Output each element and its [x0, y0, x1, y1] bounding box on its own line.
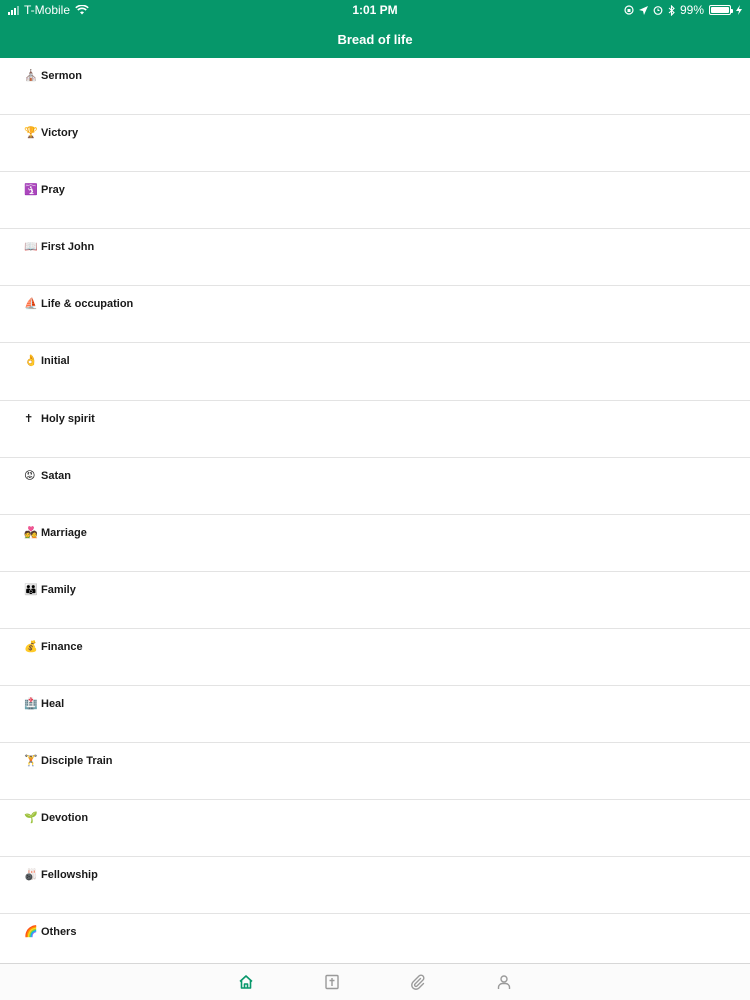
list-item-label: Pray: [41, 184, 65, 197]
list-item-label: Devotion: [41, 812, 89, 825]
list-item-emoji: 😡: [24, 469, 36, 482]
list-item-emoji: 🏥: [24, 698, 38, 711]
list-item-label: Finance: [41, 640, 83, 653]
tab-profile[interactable]: [492, 970, 516, 994]
list-item-label: Initial: [41, 355, 70, 368]
list-item-label: Sermon: [41, 70, 82, 82]
list-item[interactable]: 😡 Satan: [0, 458, 750, 515]
list-item-emoji: 🎳: [24, 869, 38, 882]
list-item-emoji: ✝: [24, 412, 34, 425]
list-item-label: Victory: [41, 127, 79, 140]
menu-list: ⛪ Sermon 🏆 Victory 🛐 Pray 📖 First John ⛵ Life & o…: [0, 58, 750, 963]
battery-fill: [711, 7, 729, 13]
list-item-emoji: 🏋: [24, 755, 38, 768]
list-item[interactable]: 👪 Family: [0, 572, 750, 629]
list-item[interactable]: 🏆 Victory: [0, 115, 750, 173]
carrier-label: T-Mobile: [24, 3, 71, 17]
tab-home[interactable]: [234, 970, 258, 994]
list-item-emoji: 🌈: [24, 926, 38, 939]
home-icon: [239, 975, 253, 989]
list-item-emoji: 👌: [24, 355, 38, 368]
list-item-label: Others: [41, 926, 77, 939]
list-item[interactable]: 💑 Marriage: [0, 515, 750, 572]
tab-bar: [0, 963, 750, 1000]
list-item[interactable]: 🌈 Others: [0, 914, 750, 963]
signal-icon: [8, 5, 19, 15]
nav-bar: Bread of life: [0, 20, 750, 58]
list-item-emoji: 🏆: [24, 127, 38, 140]
list-item-emoji: ⛵: [24, 298, 38, 311]
list-item[interactable]: 🌱 Devotion: [0, 800, 750, 858]
location-icon: [638, 5, 648, 15]
list-item-label: Family: [41, 583, 76, 596]
status-left: T-Mobile: [8, 3, 89, 17]
list-item-emoji: 💑: [24, 526, 38, 539]
list-item[interactable]: ⛵ Life & occupation: [0, 286, 750, 344]
list-item[interactable]: 🏋 Disciple Train: [0, 743, 750, 801]
list-item[interactable]: 🏥 Heal: [0, 686, 750, 744]
list-item-label: Satan: [41, 469, 71, 482]
list-item-label: Fellowship: [41, 869, 98, 882]
list-item[interactable]: 💰 Finance: [0, 629, 750, 687]
list-item[interactable]: 👌 Initial: [0, 343, 750, 401]
list-item[interactable]: 🎳 Fellowship: [0, 857, 750, 915]
list-item-label: First John: [41, 241, 95, 254]
status-bar: T-Mobile 1:01 PM 99%: [0, 0, 750, 20]
page-title: Bread of life: [337, 31, 413, 47]
bluetooth-icon: [668, 4, 675, 16]
list-item[interactable]: 📖 First John: [0, 229, 750, 287]
list-item-label: Life & occupation: [41, 298, 134, 311]
person-icon: [497, 975, 511, 989]
battery-percent: 99%: [679, 3, 704, 17]
list-item-emoji: 📖: [24, 241, 38, 254]
charging-icon: [736, 5, 742, 15]
list-item[interactable]: ⛪ Sermon: [0, 58, 750, 116]
list-item-label: Holy spirit: [41, 412, 95, 425]
list-item[interactable]: 🛐 Pray: [0, 172, 750, 230]
status-right: 99%: [624, 3, 742, 17]
orientation-lock-icon: [624, 5, 634, 15]
list-item-label: Disciple Train: [41, 755, 113, 768]
list-item-emoji: 💰: [24, 640, 38, 653]
list-item-emoji: 👪: [24, 583, 38, 596]
list-item-emoji: ⛪: [24, 70, 38, 82]
list-item-emoji: 🛐: [24, 184, 38, 197]
bible-cross-icon: [325, 974, 339, 990]
battery-icon: [709, 5, 733, 15]
paperclip-icon: [411, 974, 425, 990]
alarm-icon: [653, 6, 663, 15]
tab-bible[interactable]: [320, 970, 344, 994]
list-item-emoji: 🌱: [24, 812, 38, 825]
list-item-label: Marriage: [41, 526, 87, 539]
list-item[interactable]: ✝ Holy spirit: [0, 401, 750, 458]
tab-attachments[interactable]: [406, 970, 430, 994]
list-item-label: Heal: [41, 698, 65, 711]
wifi-icon: [75, 5, 89, 15]
